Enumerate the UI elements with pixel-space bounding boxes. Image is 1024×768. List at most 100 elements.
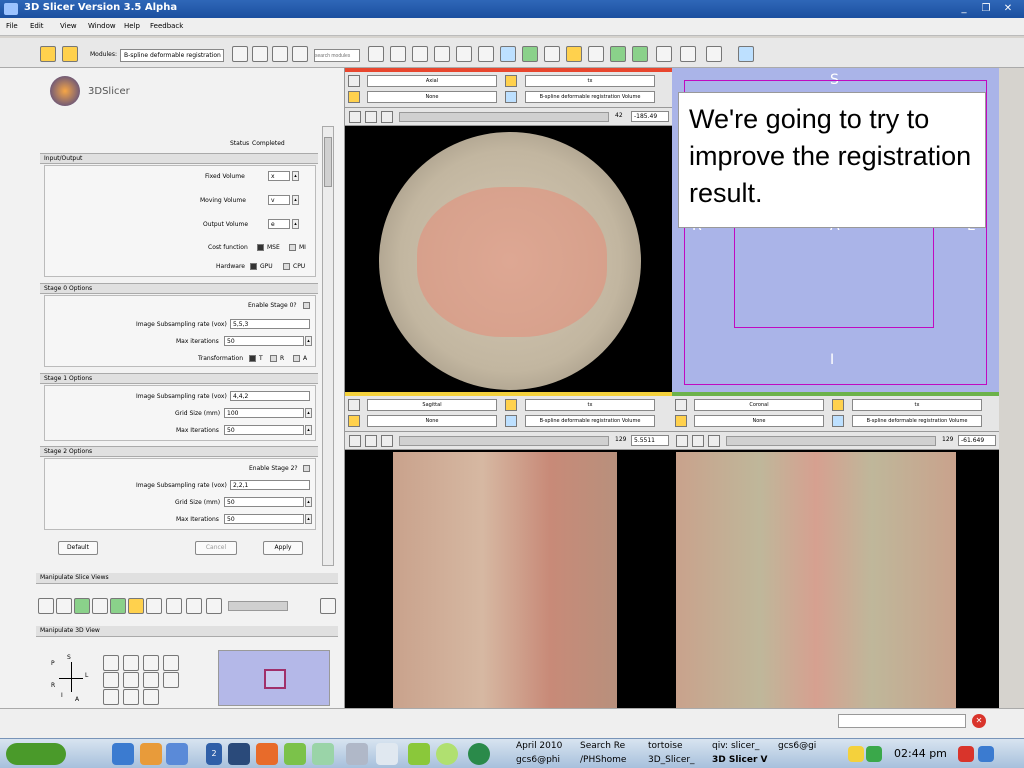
volumes-icon[interactable] [390,46,406,62]
undo-icon[interactable] [610,46,626,62]
moving-volume-spin[interactable]: ▴ [292,195,299,205]
sagittal-fg-icon[interactable] [505,399,517,411]
axial-bg-icon[interactable] [505,91,517,103]
editor-icon[interactable] [478,46,494,62]
stage2-grid-size-spin[interactable]: ▴ [305,497,312,507]
axial-label-select[interactable]: None [367,91,497,103]
stage0-section-header[interactable]: Stage 0 Options [40,283,318,294]
view-axes-icon[interactable] [123,689,139,705]
tray-clipboard-icon[interactable] [848,746,864,762]
forward-icon[interactable] [252,46,268,62]
coronal-background-select[interactable]: B-spline deformable registration Volume [852,415,982,427]
view-stereo-icon[interactable] [103,689,119,705]
sagittal-offset-value[interactable]: 5.5511 [631,435,669,446]
mouse-mode-icon[interactable] [680,46,696,62]
axial-background-select[interactable]: B-spline deformable registration Volume [525,91,655,103]
stage1-section-header[interactable]: Stage 1 Options [40,373,318,384]
sagittal-orientation-select[interactable]: Sagittal [367,399,497,411]
home-folder-icon[interactable] [140,743,162,765]
favorite-icon[interactable] [62,46,78,62]
sagittal-options-icon[interactable] [381,435,393,447]
view-3d-thumbnail[interactable] [218,650,330,706]
axial-foreground-select[interactable]: tx [525,75,655,87]
coronal-viewer[interactable]: Coronal tx None B-spline deformable regi… [672,392,999,708]
sagittal-label-icon[interactable] [348,415,360,427]
slice-crosshair-icon[interactable] [146,598,162,614]
layout-icon[interactable] [522,46,538,62]
menu-view[interactable]: View [60,22,77,30]
axial-options-icon[interactable] [381,111,393,123]
stage2-max-iterations-input[interactable]: 50 [224,514,304,524]
slice-fg-icon[interactable] [74,598,90,614]
view-camera-icon[interactable] [143,655,159,671]
module-list-icon[interactable] [272,46,288,62]
menu-edit[interactable]: Edit [30,22,44,30]
module-select[interactable]: B-spline deformable registration [120,49,224,62]
task-3d-slicer-app[interactable]: 3D Slicer V [712,755,768,765]
tray-power-icon[interactable] [958,746,974,762]
axial-link-icon[interactable] [349,111,361,123]
coronal-orientation-select[interactable]: Coronal [694,399,824,411]
sagittal-foreground-select[interactable]: tx [525,399,655,411]
default-button[interactable]: Default [58,541,98,555]
axial-image[interactable] [345,127,672,392]
stage0-max-iterations-input[interactable]: 50 [224,336,304,346]
axial-label-icon[interactable] [348,91,360,103]
task-phshome[interactable]: /PHShome [580,755,626,765]
moving-volume-select[interactable]: v [268,195,290,205]
hardware-cpu-radio[interactable] [283,263,290,270]
transform-r-checkbox[interactable] [270,355,277,362]
transform-t-checkbox[interactable] [249,355,256,362]
cost-mi-radio[interactable] [289,244,296,251]
manip-slice-header[interactable]: Manipulate Slice Views [36,573,338,584]
axial-visibility-icon[interactable] [365,111,377,123]
stage2-grid-size-input[interactable]: 50 [224,497,304,507]
coronal-options-icon[interactable] [708,435,720,447]
slice-fit-icon[interactable] [38,598,54,614]
launcher-icon-1[interactable] [112,743,134,765]
module-search-icon[interactable] [292,46,308,62]
menu-file[interactable]: File [6,22,18,30]
coronal-visibility-icon[interactable] [692,435,704,447]
view-bbox-icon[interactable] [143,689,159,705]
sagittal-image[interactable] [349,452,672,708]
axial-fg-icon[interactable] [505,75,517,87]
stage1-max-iterations-input[interactable]: 50 [224,425,304,435]
fiducials-icon[interactable] [456,46,472,62]
menu-window[interactable]: Window [88,22,116,30]
view-rotate-icon[interactable] [103,655,119,671]
coronal-foreground-select[interactable]: tx [852,399,982,411]
place-icon[interactable] [706,46,722,62]
sagittal-visibility-icon[interactable] [365,435,377,447]
measure-icon[interactable] [500,46,516,62]
launcher-icon-2[interactable] [166,743,188,765]
stage2-section-header[interactable]: Stage 2 Options [40,446,318,457]
coronal-offset-slider[interactable] [726,436,936,446]
fixed-volume-spin[interactable]: ▴ [292,171,299,181]
stage2-enable-checkbox[interactable] [303,465,310,472]
transform-a-checkbox[interactable] [293,355,300,362]
launcher-icon-8[interactable] [436,743,458,765]
view-zoom-icon[interactable] [163,655,179,671]
slice-bg-icon[interactable] [92,598,108,614]
error-icon[interactable]: ✕ [972,714,986,728]
clock[interactable]: 02:44 pm [894,747,947,760]
task-qiv[interactable]: qiv: slicer_ [712,741,759,751]
output-volume-select[interactable]: e [268,219,290,229]
view-snapshot-icon[interactable] [143,672,159,688]
task-gcs6-gi[interactable]: gcs6@gi [778,741,816,751]
menu-feedback[interactable]: Feedback [150,22,183,30]
axial-viewer[interactable]: Axial tx None B-spline deformable regist… [345,68,672,392]
fixed-volume-select[interactable]: x [268,171,290,181]
stage0-subsampling-input[interactable]: 5,5,3 [230,319,310,329]
coronal-link-icon[interactable] [676,435,688,447]
stage0-max-iterations-spin[interactable]: ▴ [305,336,312,346]
task-gcs6-phi[interactable]: gcs6@phi [516,755,560,765]
view-reset-icon[interactable] [123,672,139,688]
stage1-grid-size-input[interactable]: 100 [224,408,304,418]
slice-compare-icon[interactable] [186,598,202,614]
sagittal-link-icon[interactable] [349,435,361,447]
task-3d-slicer-folder[interactable]: 3D_Slicer_ [648,755,695,765]
terminal-icon[interactable] [228,743,250,765]
slice-label-icon[interactable] [110,598,126,614]
